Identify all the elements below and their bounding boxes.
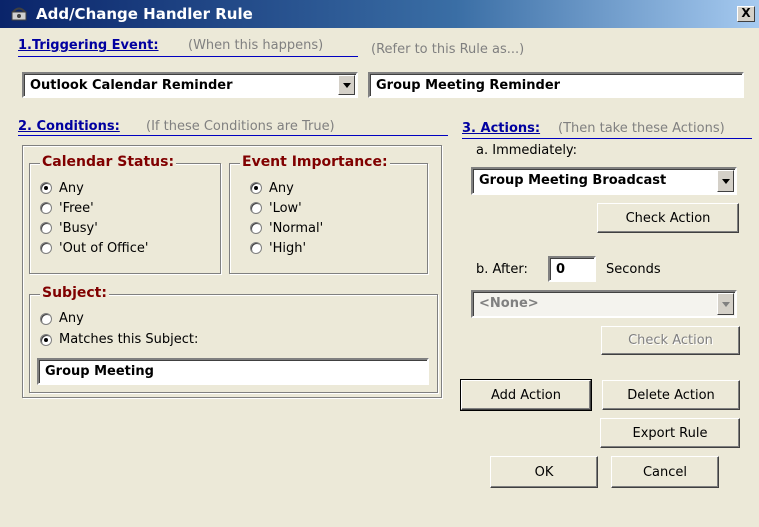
triggering-event-heading: 1.Triggering Event: — [18, 38, 159, 53]
triggering-event-note: (When this happens) — [188, 38, 324, 53]
radio-importance-any[interactable]: Any — [250, 178, 323, 198]
dropdown-arrow-icon[interactable] — [717, 293, 734, 315]
close-button[interactable]: X — [737, 6, 755, 22]
radio-icon[interactable] — [40, 182, 52, 194]
immediate-action-select[interactable]: Group Meeting Broadcast — [471, 167, 737, 195]
actions-heading: 3. Actions: — [462, 121, 541, 136]
radio-icon[interactable] — [40, 333, 52, 346]
calendar-status-options: Any 'Free' 'Busy' 'Out of Office' — [40, 178, 148, 258]
rule-name-note: (Refer to this Rule as...) — [371, 42, 525, 57]
delayed-action-value: <None> — [479, 296, 539, 311]
dropdown-arrow-icon[interactable] — [338, 75, 355, 95]
radio-calendar-busy[interactable]: 'Busy' — [40, 218, 148, 238]
radio-icon[interactable] — [40, 242, 52, 254]
radio-icon[interactable] — [40, 222, 52, 234]
export-rule-button[interactable]: Export Rule — [600, 418, 740, 448]
subject-options: Any Matches this Subject: — [40, 308, 198, 350]
section-divider — [18, 56, 358, 57]
radio-importance-high[interactable]: 'High' — [250, 238, 323, 258]
after-seconds-input[interactable]: 0 — [548, 256, 596, 282]
seconds-label: Seconds — [606, 262, 661, 277]
app-icon — [11, 7, 27, 21]
delete-action-button[interactable]: Delete Action — [602, 380, 740, 410]
radio-icon[interactable] — [40, 312, 52, 325]
title-bar: Add/Change Handler Rule X — [0, 0, 759, 28]
cancel-button[interactable]: Cancel — [611, 456, 719, 488]
immediate-action-value: Group Meeting Broadcast — [479, 173, 667, 188]
radio-calendar-any[interactable]: Any — [40, 178, 148, 198]
radio-icon[interactable] — [40, 202, 52, 214]
delayed-action-select[interactable]: <None> — [471, 290, 737, 318]
immediately-label: a. Immediately: — [476, 143, 578, 158]
triggering-event-value: Outlook Calendar Reminder — [30, 78, 233, 93]
window-title: Add/Change Handler Rule — [36, 5, 253, 23]
check-action-button-disabled[interactable]: Check Action — [601, 326, 740, 355]
conditions-note: (If these Conditions are True) — [146, 119, 335, 134]
rule-name-input[interactable]: Group Meeting Reminder — [368, 72, 744, 98]
radio-subject-any[interactable]: Any — [40, 308, 198, 329]
actions-note: (Then take these Actions) — [558, 121, 725, 136]
radio-subject-matches[interactable]: Matches this Subject: — [40, 329, 198, 350]
triggering-event-select[interactable]: Outlook Calendar Reminder — [22, 72, 358, 98]
radio-importance-normal[interactable]: 'Normal' — [250, 218, 323, 238]
subject-title: Subject: — [40, 285, 109, 301]
radio-calendar-free[interactable]: 'Free' — [40, 198, 148, 218]
conditions-heading: 2. Conditions: — [18, 119, 120, 134]
calendar-status-title: Calendar Status: — [40, 154, 177, 170]
check-action-button[interactable]: Check Action — [597, 203, 739, 233]
radio-icon[interactable] — [250, 202, 262, 214]
event-importance-title: Event Importance: — [240, 154, 390, 170]
subject-input[interactable]: Group Meeting — [37, 358, 429, 385]
ok-button[interactable]: OK — [490, 456, 598, 488]
section-divider — [462, 138, 752, 139]
radio-icon[interactable] — [250, 182, 262, 194]
radio-icon[interactable] — [250, 222, 262, 234]
dropdown-arrow-icon[interactable] — [717, 170, 734, 192]
radio-importance-low[interactable]: 'Low' — [250, 198, 323, 218]
radio-calendar-out-of-office[interactable]: 'Out of Office' — [40, 238, 148, 258]
after-label: b. After: — [476, 262, 528, 277]
add-action-button[interactable]: Add Action — [460, 379, 592, 411]
radio-icon[interactable] — [250, 242, 262, 254]
section-divider — [18, 135, 448, 136]
event-importance-options: Any 'Low' 'Normal' 'High' — [250, 178, 323, 258]
